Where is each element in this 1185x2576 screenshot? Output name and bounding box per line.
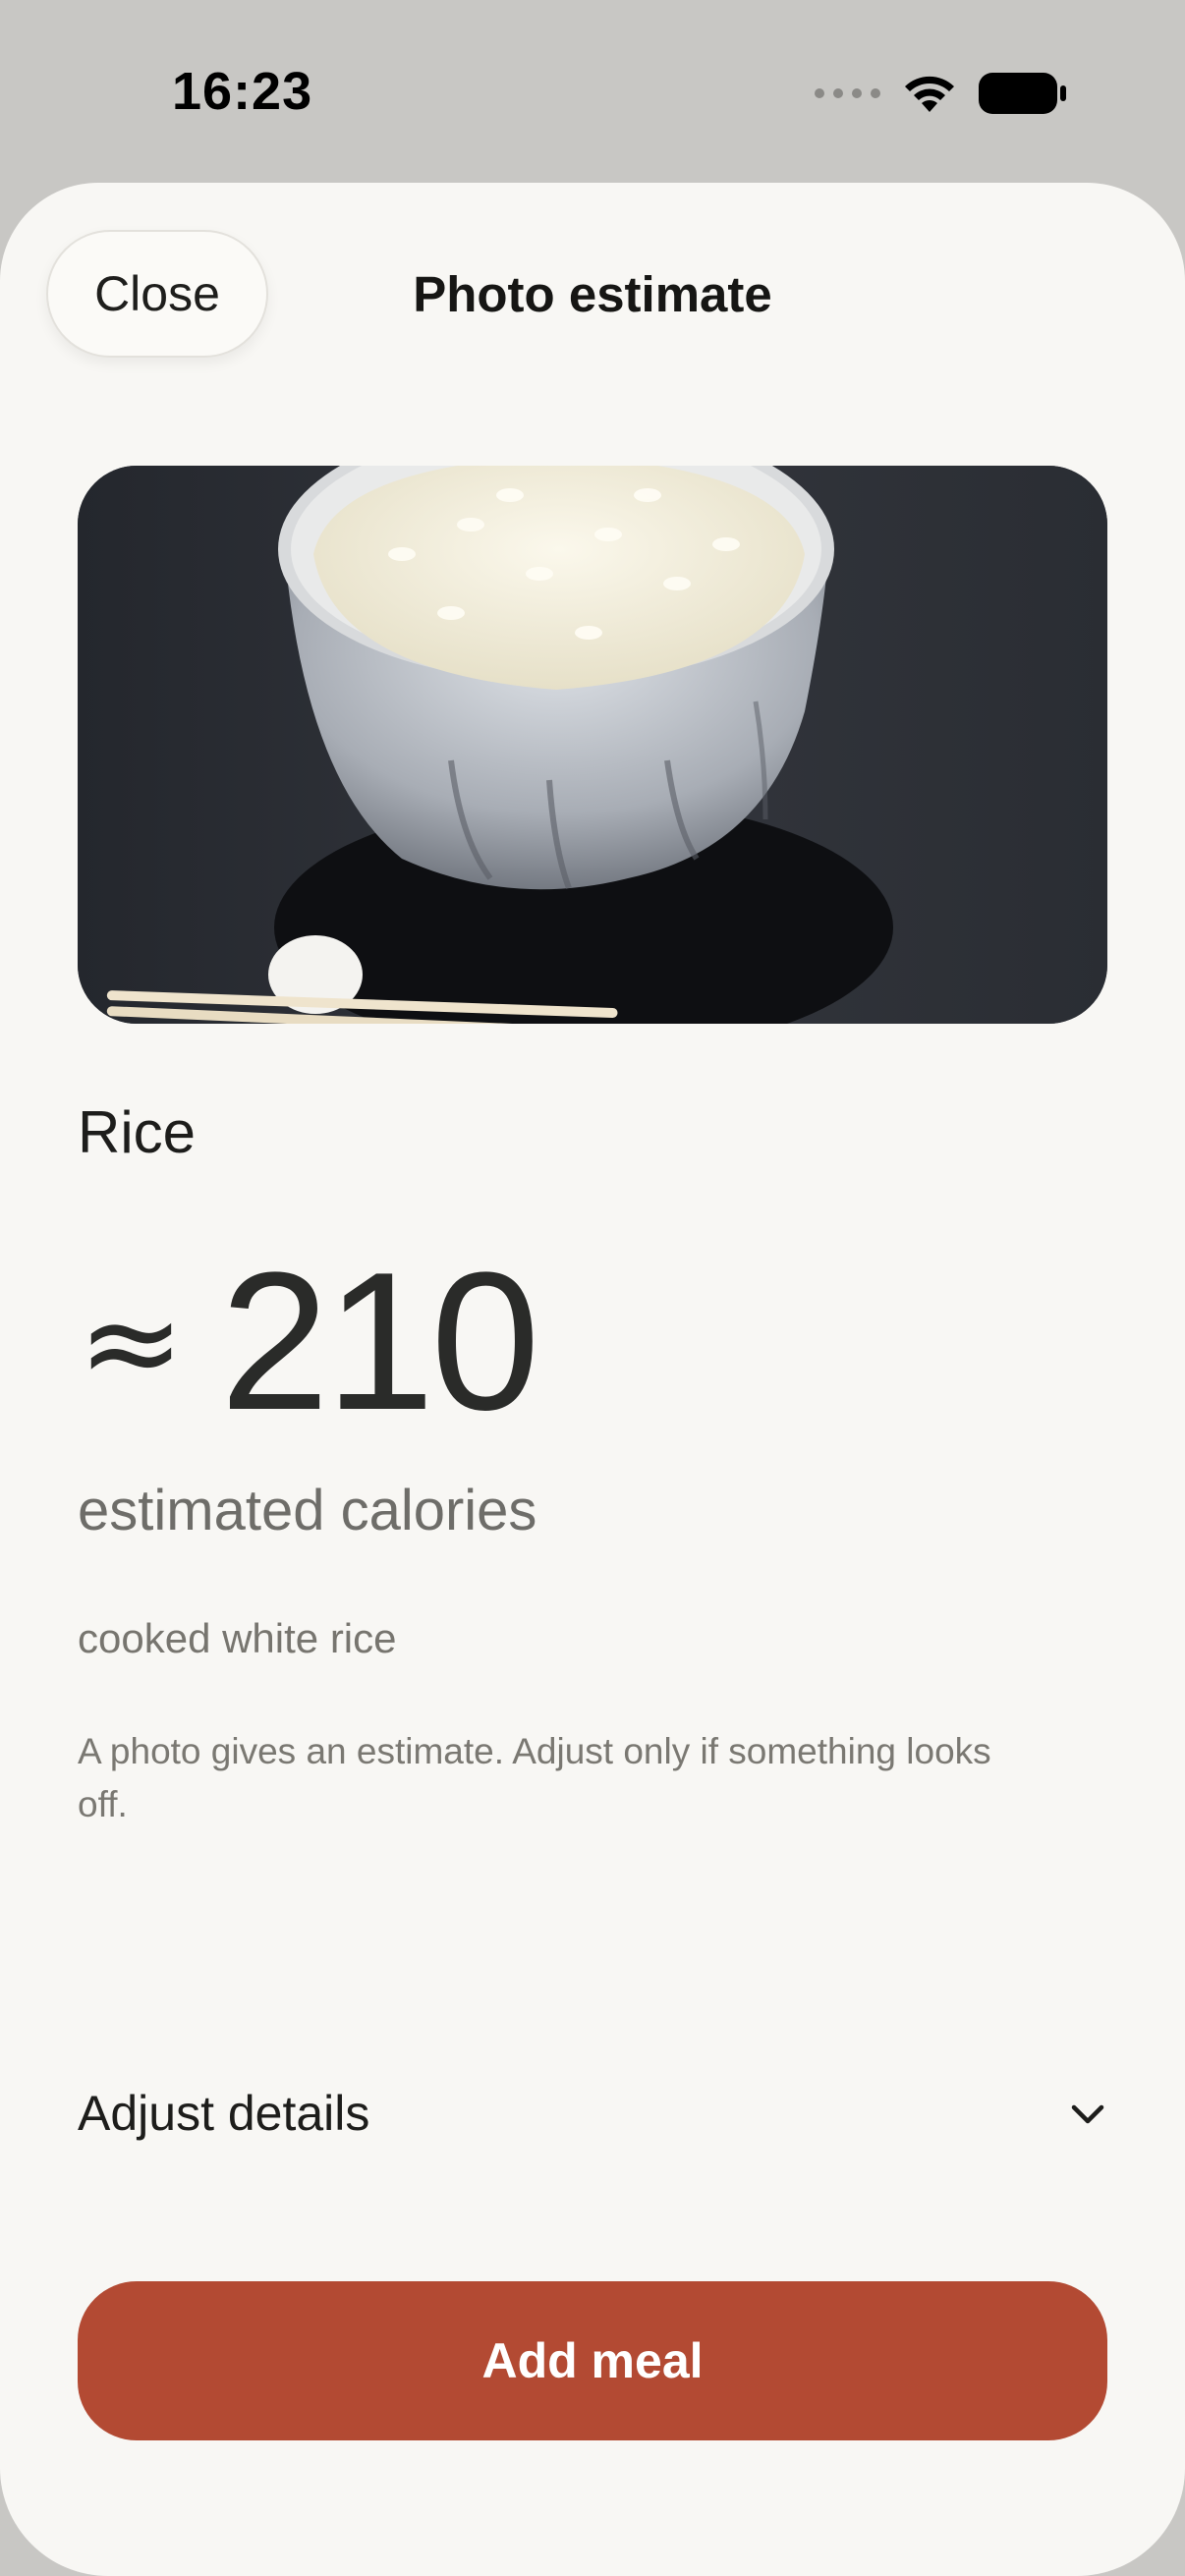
cellular-signal-icon — [815, 88, 880, 98]
photo-estimate-sheet: Close Photo estimate Rice ≈ 210 estimate… — [0, 183, 1185, 2576]
approx-symbol: ≈ — [78, 1267, 185, 1417]
calorie-value: 210 — [219, 1232, 540, 1451]
sheet-title: Photo estimate — [413, 266, 772, 322]
calorie-estimate: ≈ 210 — [78, 1232, 540, 1451]
wifi-icon — [905, 76, 954, 112]
estimate-note: A photo gives an estimate. Adjust only i… — [78, 1731, 991, 1824]
add-meal-button[interactable]: Add meal — [78, 2281, 1107, 2440]
rice-bowl-image — [78, 466, 1107, 1024]
adjust-details-toggle[interactable]: Adjust details — [78, 2069, 1107, 2157]
food-name: Rice — [78, 1099, 197, 1165]
adjust-details-label: Adjust details — [78, 2086, 370, 2141]
food-photo — [78, 466, 1107, 1024]
screen: 16:23 Close Photo estimate Rice ≈ 210 es… — [0, 0, 1185, 2576]
food-description: cooked white rice — [78, 1615, 397, 1661]
status-time: 16:23 — [172, 62, 313, 121]
status-icons — [815, 69, 1067, 118]
chevron-down-icon — [1071, 2104, 1104, 2124]
battery-icon — [979, 73, 1066, 114]
calories-label: estimated calories — [78, 1479, 537, 1542]
